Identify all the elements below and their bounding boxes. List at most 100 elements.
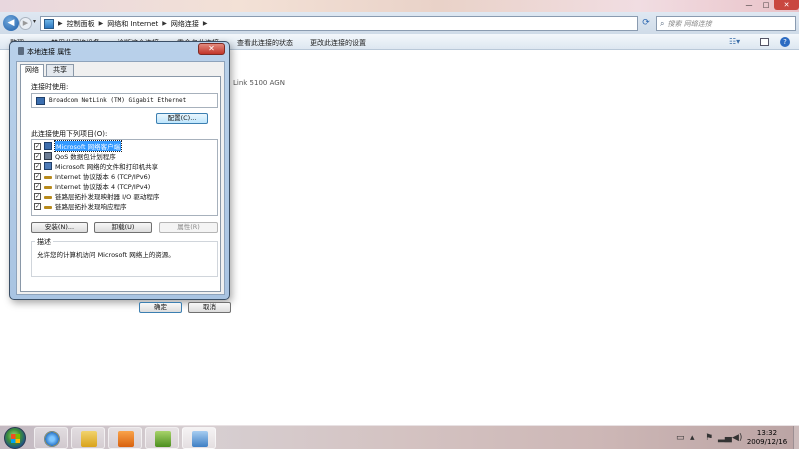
clock-date: 2009/12/16 [746,438,788,446]
network-connections-icon [192,431,208,447]
tab-networking[interactable]: 网络 [20,64,44,77]
checkbox[interactable]: ✓ [34,172,41,180]
address-bar[interactable]: ▶ 控制面板 ▶ 网络和 Internet ▶ 网络连接 ▶ ▾ [40,16,674,31]
breadcrumb-network-connections[interactable]: 网络连接 [171,19,199,29]
close-window-button[interactable]: ✕ [774,0,799,10]
back-button[interactable]: ◀ [3,15,19,31]
checkbox[interactable]: ✓ [34,202,41,210]
taskbar: ▭ ▴ ⚑ ▂▄ ◀) 13:32 2009/12/16 [0,425,799,449]
item-properties-button[interactable]: 属性(R) [159,222,218,233]
window-titlebar: — □ ✕ [0,0,799,12]
keyboard-icon[interactable]: ▭ [676,433,685,443]
start-button[interactable] [4,427,26,449]
components-list: ✓ Microsoft 网络客户端 ✓ QoS 数据包计划程序 ✓ Micros… [31,139,218,216]
tab-sharing[interactable]: 共享 [46,64,74,76]
list-item-network-client[interactable]: ✓ Microsoft 网络客户端 [34,140,123,152]
dialog-title: 本地连接 属性 [27,48,72,56]
download-manager-icon [155,431,171,447]
chevron-right-icon[interactable]: ▶ [162,20,167,27]
taskbar-network-connections[interactable] [182,427,216,449]
volume-icon[interactable]: ◀) [732,433,742,443]
maximize-button[interactable]: □ [758,0,774,10]
chevron-right-icon[interactable]: ▶ [58,20,63,27]
list-item-lltd-mapper[interactable]: ✓ 链路层拓扑发现映射器 I/O 驱动程序 [34,191,159,201]
search-icon: ⌕ [660,18,665,28]
connect-using-label: 连接时使用: [31,83,69,91]
navigation-bar: ◀ ▶ ▾ ▶ 控制面板 ▶ 网络和 Internet ▶ 网络连接 ▶ ▾ ⟳… [0,12,799,34]
dialog-close-button[interactable]: ✕ [198,43,225,55]
forward-button[interactable]: ▶ [19,17,32,30]
list-item-label: QoS 数据包计划程序 [55,153,116,161]
list-item-file-sharing[interactable]: ✓ Microsoft 网络的文件和打印机共享 [34,161,158,171]
taskbar-internet-explorer[interactable] [34,427,68,449]
description-text: 允许您的计算机访问 Microsoft 网络上的资源。 [37,251,175,259]
recent-pages-dropdown[interactable]: ▾ [33,18,36,25]
show-hidden-icons-chevron-icon[interactable]: ▴ [690,433,695,443]
file-printer-sharing-icon [44,162,52,170]
system-clock[interactable]: 13:32 2009/12/16 [742,429,792,447]
list-item-label: 链路层拓扑发现响应程序 [55,203,127,211]
description-group: 描述 允许您的计算机访问 Microsoft 网络上的资源。 [31,237,218,277]
protocol-icon [44,186,52,189]
list-item-ipv6[interactable]: ✓ Internet 协议版本 6 (TCP/IPv6) [34,171,150,181]
cancel-button[interactable]: 取消 [188,302,231,313]
windows-logo-icon [11,438,20,443]
chevron-right-icon[interactable]: ▶ [203,20,208,27]
help-icon[interactable]: ? [780,37,790,47]
show-desktop-button[interactable] [793,426,799,449]
list-item-lltd-responder[interactable]: ✓ 链路层拓扑发现响应程序 [34,201,127,211]
preview-pane-icon[interactable] [760,38,769,46]
control-panel-icon [44,18,54,29]
configure-button[interactable]: 配置(C)... [156,113,208,124]
taskbar-download-manager[interactable] [145,427,179,449]
network-client-icon [44,142,52,150]
change-settings-button[interactable]: 更改此连接的设置 [310,38,366,48]
list-item-label: 链路层拓扑发现映射器 I/O 驱动程序 [55,193,160,201]
views-icon[interactable]: ☷▾ [729,37,747,46]
ethernet-adapter-icon [36,96,45,105]
action-center-flag-icon[interactable]: ⚑ [705,433,713,443]
checkbox[interactable]: ✓ [34,192,41,200]
list-item-ipv4[interactable]: ✓ Internet 协议版本 4 (TCP/IPv4) [34,181,150,191]
list-item-label: Internet 协议版本 4 (TCP/IPv4) [55,183,151,191]
network-adapter-icon [18,47,24,55]
internet-explorer-icon [44,431,60,447]
chevron-right-icon[interactable]: ▶ [99,20,104,27]
list-item-label: Microsoft 网络的文件和打印机共享 [55,163,159,171]
list-item-label: Internet 协议版本 6 (TCP/IPv6) [55,173,151,181]
wireless-adapter-label[interactable]: Link 5100 AGN [233,79,285,87]
protocol-icon [44,176,52,179]
description-legend: 描述 [35,237,53,247]
adapter-name: Broadcom NetLink (TM) Gigabit Ethernet [49,97,187,104]
minimize-button[interactable]: — [740,0,758,10]
qos-scheduler-icon [44,152,52,160]
breadcrumb-control-panel[interactable]: 控制面板 [67,19,95,29]
list-item-label: Microsoft 网络客户端 [53,140,123,152]
network-signal-icon[interactable]: ▂▄ [718,433,732,443]
view-status-button[interactable]: 查看此连接的状态 [237,38,293,48]
breadcrumb-network-internet[interactable]: 网络和 Internet [107,19,158,29]
checkbox[interactable]: ✓ [34,152,41,160]
taskbar-media-player[interactable] [108,427,142,449]
uninstall-button[interactable]: 卸载(U) [94,222,152,233]
search-box[interactable]: ⌕ 搜索 网络连接 [656,16,796,31]
connection-properties-dialog: 本地连接 属性 ✕ 网络 共享 连接时使用: Broadcom NetLink … [9,41,231,313]
ok-button[interactable]: 确定 [139,302,182,313]
clock-time: 13:32 [756,429,778,437]
search-placeholder[interactable]: 搜索 网络连接 [667,19,711,29]
list-item-qos[interactable]: ✓ QoS 数据包计划程序 [34,151,116,161]
adapter-field: Broadcom NetLink (TM) Gigabit Ethernet [31,93,218,108]
media-player-icon [118,431,134,447]
protocol-icon [44,206,52,209]
refresh-icon[interactable]: ⟳ [640,17,652,30]
taskbar-windows-explorer[interactable] [71,427,105,449]
checkbox[interactable]: ✓ [34,182,41,190]
install-button[interactable]: 安装(N)... [31,222,88,233]
protocol-icon [44,196,52,199]
checkbox[interactable]: ✓ [34,162,41,170]
windows-explorer-icon [81,431,97,447]
dialog-body: 网络 共享 连接时使用: Broadcom NetLink (TM) Gigab… [16,61,231,313]
items-label: 此连接使用下列项目(O): [31,130,108,138]
networking-tab-panel: 连接时使用: Broadcom NetLink (TM) Gigabit Eth… [20,76,221,292]
checkbox[interactable]: ✓ [34,142,41,150]
